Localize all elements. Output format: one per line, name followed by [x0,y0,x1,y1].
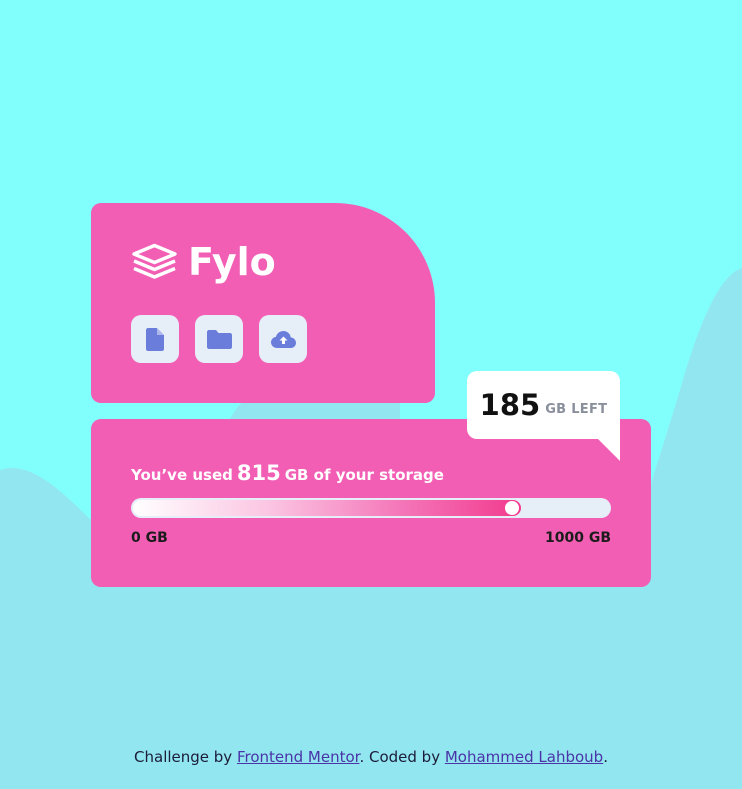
upload-button[interactable] [259,315,307,363]
usage-suffix: GB of your storage [284,466,444,484]
used-value: 815 [236,461,281,485]
brand-logo: Fylo [131,243,276,281]
attribution-footer: Challenge by Frontend Mentor. Coded by M… [0,748,742,766]
remaining-unit: GB LEFT [545,401,608,417]
folder-button[interactable] [195,315,243,363]
min-label: 0 GB [131,530,168,546]
author-link[interactable]: Mohammed Lahboub [445,748,603,766]
storage-card: You’ve used 815 GB of your storage 0 GB … [91,419,651,587]
storage-progress-bar [131,498,611,518]
progress-fill [133,500,521,516]
progress-knob [505,501,519,515]
remaining-callout: 185 GB LEFT [467,371,620,461]
toolbar [131,315,307,363]
stack-layers-icon [131,243,178,281]
document-button[interactable] [131,315,179,363]
usage-prefix: You’ve used [131,466,233,484]
max-label: 1000 GB [544,530,611,546]
usage-summary: You’ve used 815 GB of your storage [131,461,444,485]
frontend-mentor-link[interactable]: Frontend Mentor [237,748,360,766]
footer-text-after: . [603,748,608,766]
brand-name: Fylo [188,240,276,284]
footer-text-middle: . Coded by [359,748,445,766]
footer-text-before: Challenge by [134,748,237,766]
remaining-value: 185 [479,387,541,422]
cloud-upload-icon [270,330,296,348]
folder-icon [206,329,232,349]
logo-card: Fylo [91,203,435,403]
document-icon [146,327,164,351]
